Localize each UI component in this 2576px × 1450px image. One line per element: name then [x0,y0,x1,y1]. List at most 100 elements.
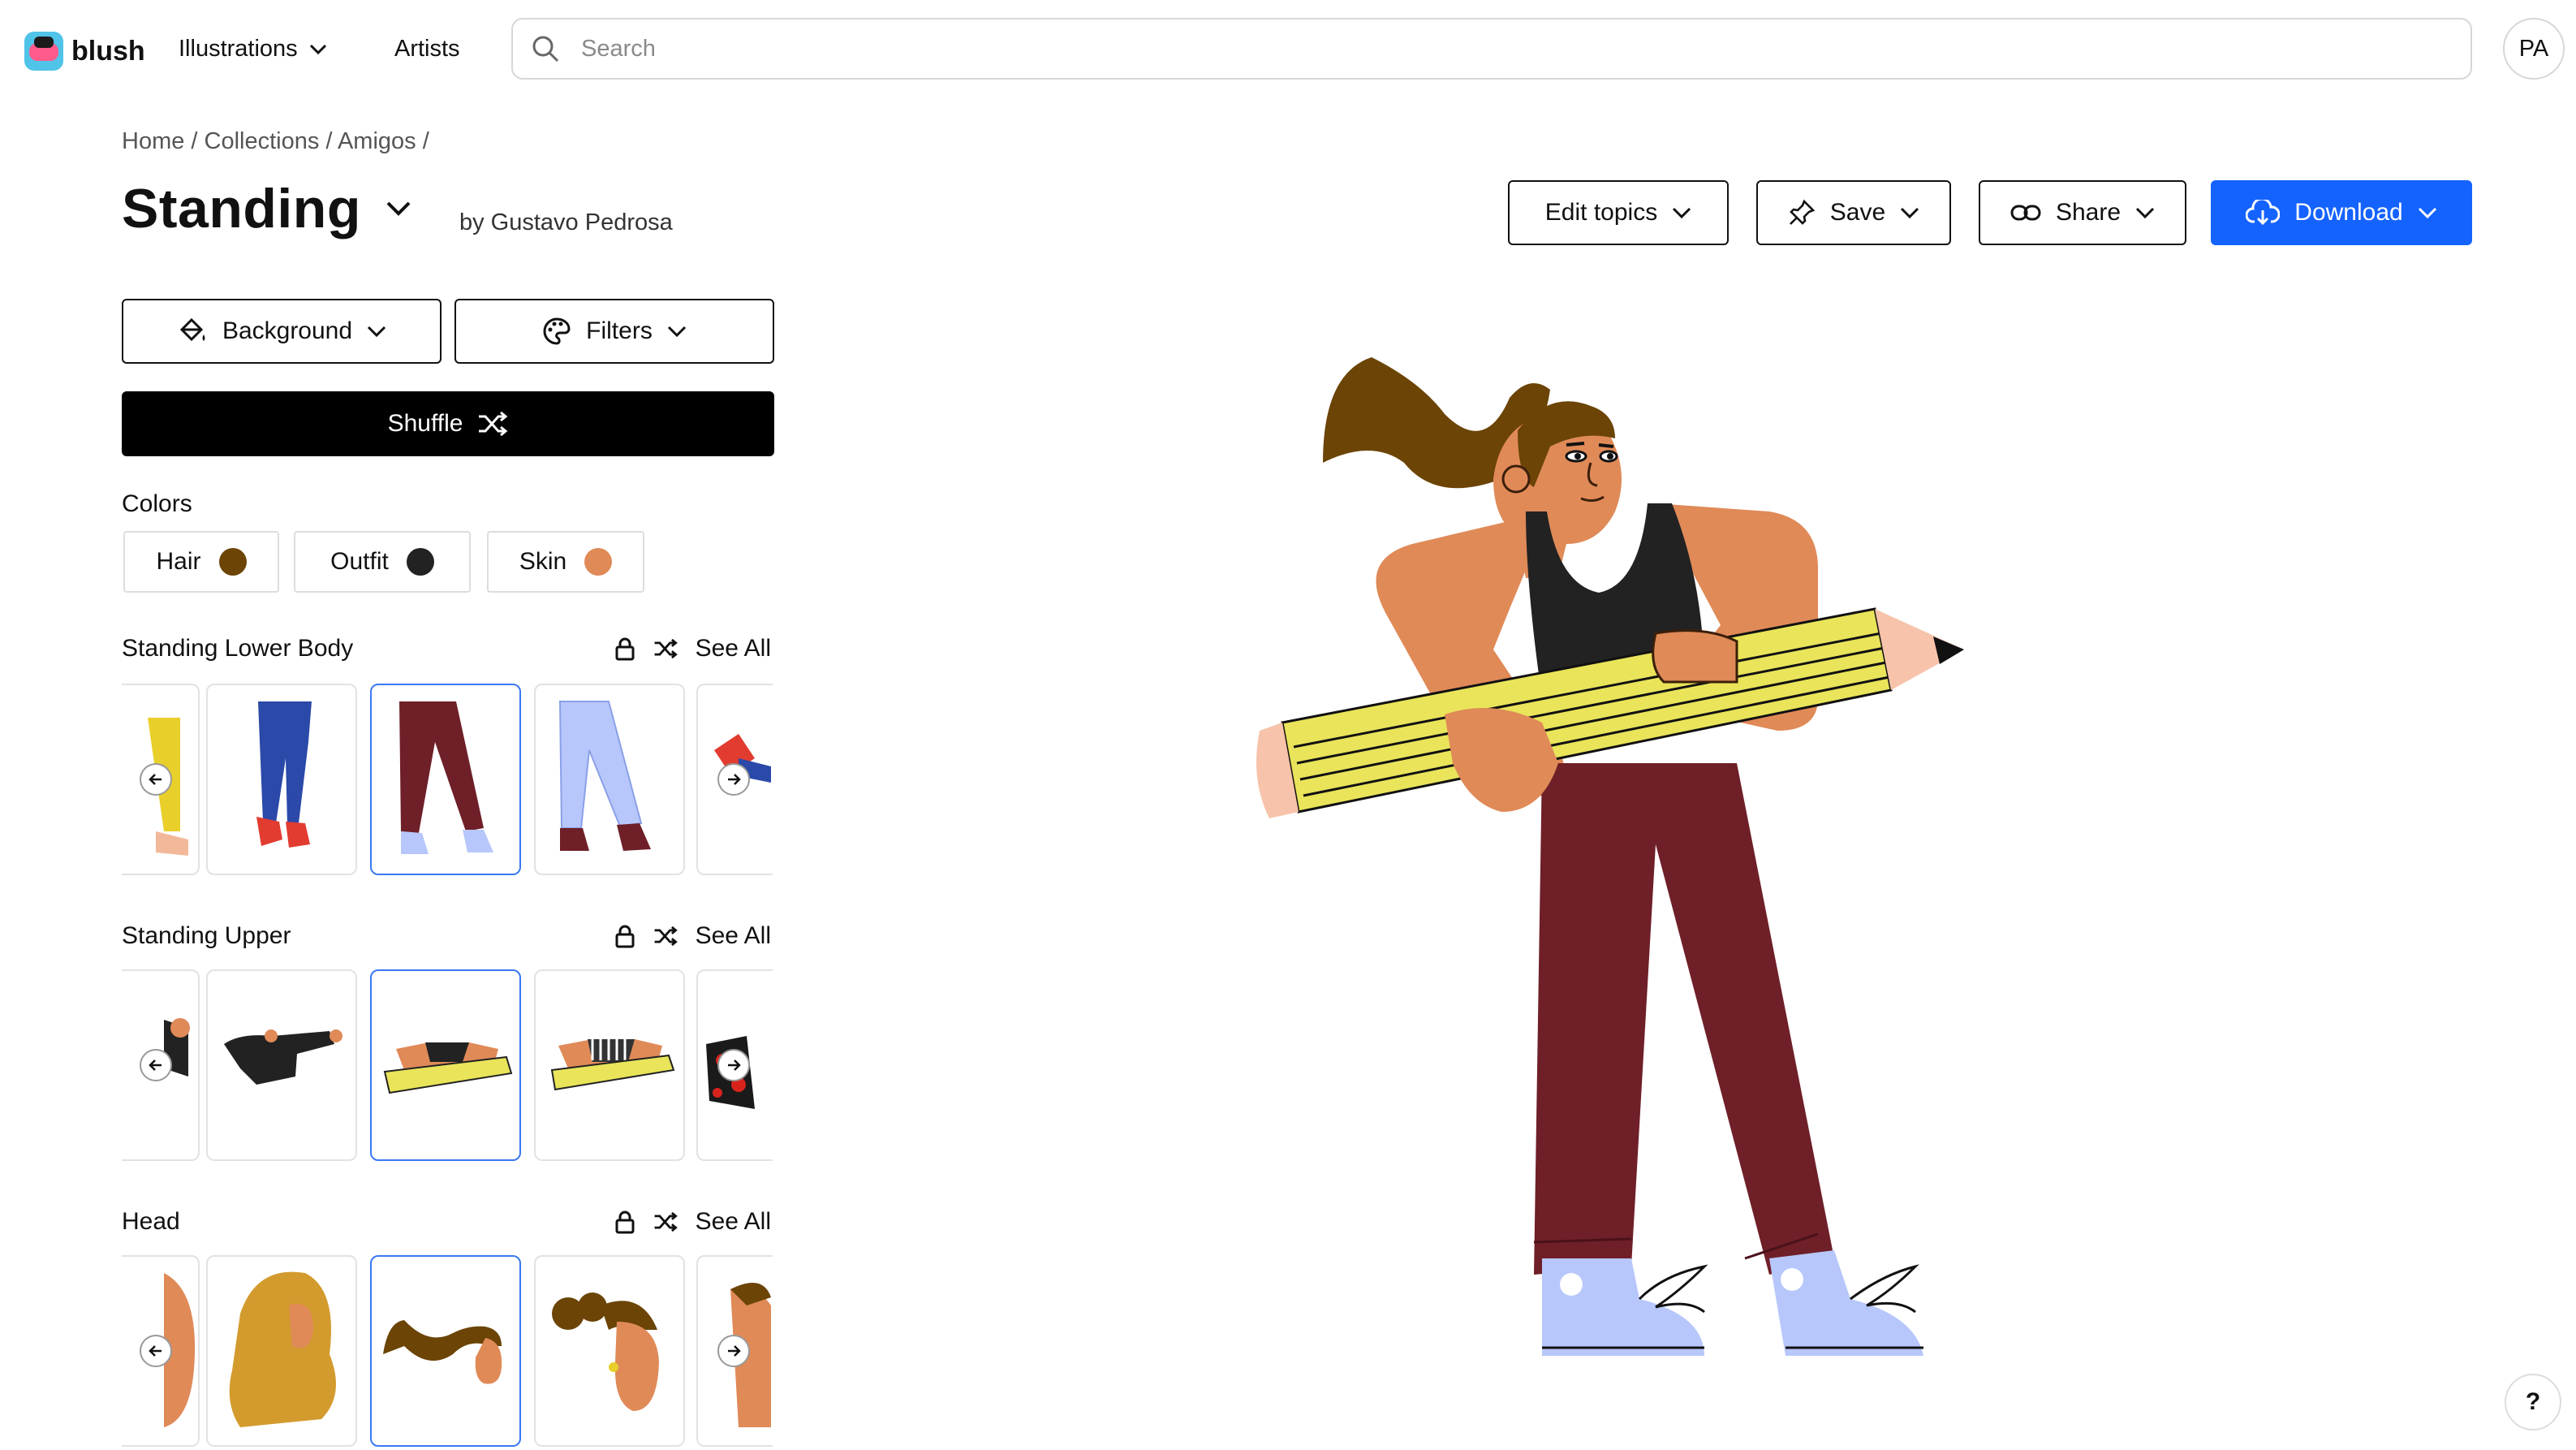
page-title: Standing [122,178,361,240]
skin-color-chip[interactable]: Skin [487,531,644,593]
shuffle-icon [479,411,508,437]
download-button[interactable]: Download [2211,180,2472,245]
lower-body-option[interactable] [206,684,357,875]
nav-illustrations-label: Illustrations [179,36,298,62]
outfit-color-swatch [406,548,434,576]
link-icon [2010,205,2041,221]
share-button[interactable]: Share [1979,180,2186,245]
arrow-right-icon [728,1059,741,1071]
pin-icon [1789,199,1816,225]
palette-icon [543,317,571,345]
brand-logo[interactable]: blush [24,29,145,73]
arrow-right-icon [728,774,741,785]
left-hand [1445,708,1558,812]
search-icon [532,36,559,63]
pants [1534,763,1834,1275]
paint-bucket-icon [179,317,205,342]
scroll-right-button[interactable] [717,1335,750,1367]
chevron-down-icon [1901,207,1919,219]
skin-color-label: Skin [519,548,567,575]
background-button[interactable]: Background [122,299,442,364]
right-shoe [1769,1250,1923,1356]
save-label: Save [1829,199,1886,226]
brand-name: blush [71,35,145,67]
scroll-left-button[interactable] [140,763,172,796]
upper-body-option-selected[interactable] [370,969,521,1161]
chevron-down-icon [2418,207,2436,219]
scroll-right-button[interactable] [717,763,750,796]
chevron-down-icon [309,44,326,54]
outfit-color-chip[interactable]: Outfit [294,531,471,593]
search-input[interactable] [579,34,2449,63]
search-bar[interactable] [511,18,2472,80]
chevron-down-icon [1673,207,1691,219]
head-option-selected[interactable] [370,1255,521,1447]
lower-body-see-all[interactable]: See All [696,635,771,662]
edit-topics-label: Edit topics [1544,199,1658,226]
lock-icon[interactable] [614,924,635,948]
outfit-color-label: Outfit [330,548,389,575]
share-label: Share [2055,199,2122,226]
shuffle-icon[interactable] [653,638,678,659]
hair-color-swatch [218,548,247,576]
head-carousel [122,1255,773,1450]
download-label: Download [2294,199,2403,226]
shuffle-icon[interactable] [653,1211,678,1232]
upper-body-carousel [122,969,773,1164]
head-see-all[interactable]: See All [696,1208,771,1236]
shuffle-label: Shuffle [387,410,463,437]
lower-body-thumbnail [256,701,312,848]
head-section-header: Head See All [122,1208,771,1236]
chevron-down-icon [667,326,686,338]
title-chevron-down-icon[interactable] [385,200,412,218]
upper-body-option[interactable] [534,969,685,1161]
lower-body-thumbnail [399,701,493,854]
scroll-left-button[interactable] [140,1049,172,1081]
save-button[interactable]: Save [1756,180,1951,245]
upper-body-option[interactable] [206,969,357,1161]
scroll-right-button[interactable] [717,1049,750,1081]
skin-color-swatch [584,548,613,576]
arrow-right-icon [728,1345,741,1357]
nav-artists[interactable]: Artists [394,36,460,63]
shuffle-icon[interactable] [653,926,678,947]
lower-body-thumbnail [558,701,651,851]
avatar-initials: PA [2518,35,2549,62]
edit-topics-button[interactable]: Edit topics [1508,180,1729,245]
lower-body-option[interactable] [534,684,685,875]
filters-button[interactable]: Filters [454,299,774,364]
head-title: Head [122,1208,180,1235]
lower-body-title: Standing Lower Body [122,635,354,662]
right-hand [1652,629,1738,684]
blush-logo-icon [24,32,63,71]
head-option[interactable] [534,1255,685,1447]
character-illustration [1256,357,1964,1356]
nav-artists-label: Artists [394,36,460,62]
breadcrumb[interactable]: Home / Collections / Amigos / [122,128,429,155]
background-label: Background [222,317,353,344]
lock-icon[interactable] [614,1210,635,1234]
user-avatar[interactable]: PA [2503,18,2565,80]
upper-body-see-all[interactable]: See All [696,922,771,950]
head-thumbnail [552,1292,659,1411]
head-thumbnail [229,1271,336,1427]
nav-illustrations[interactable]: Illustrations [179,36,327,63]
head-option[interactable] [206,1255,357,1447]
upper-body-thumbnail [550,1039,675,1091]
lock-icon[interactable] [614,637,635,661]
lower-body-carousel [122,684,773,878]
arrow-left-icon [149,774,162,785]
lower-body-option-selected[interactable] [370,684,521,875]
upper-body-title: Standing Upper [122,922,291,949]
upper-body-section-header: Standing Upper See All [122,922,771,950]
help-button[interactable]: ? [2505,1374,2561,1431]
shuffle-button[interactable]: Shuffle [122,391,774,456]
upper-body-thumbnail [224,1029,342,1085]
cloud-download-icon [2246,200,2281,226]
hair-color-chip[interactable]: Hair [123,531,279,593]
help-label: ? [2525,1388,2541,1415]
scroll-left-button[interactable] [140,1335,172,1367]
lower-body-section-header: Standing Lower Body See All [122,635,771,662]
author-credit[interactable]: by Gustavo Pedrosa [459,209,673,236]
colors-heading: Colors [122,490,192,517]
